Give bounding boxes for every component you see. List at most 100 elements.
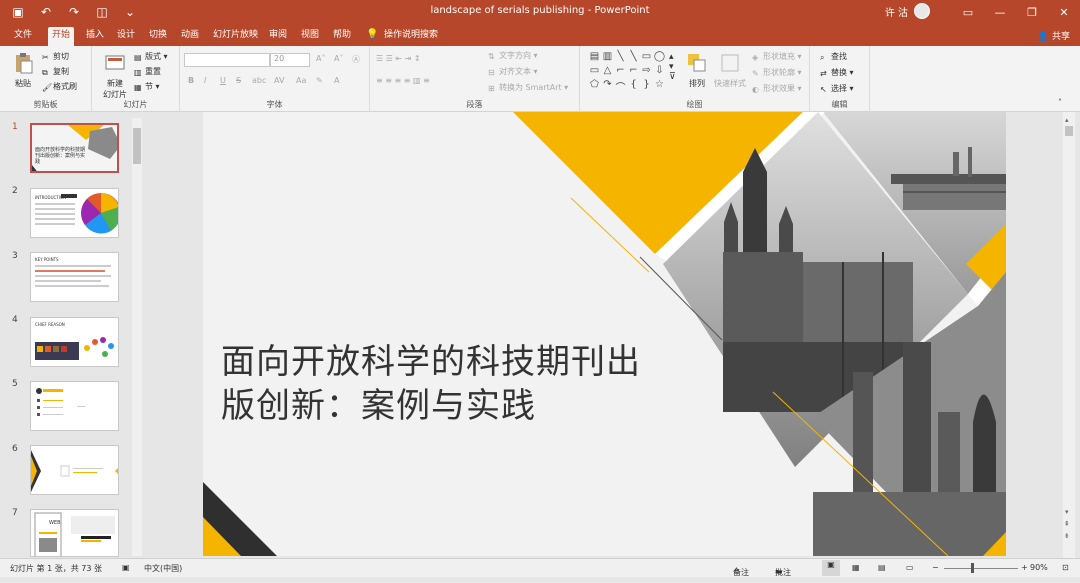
rect-shape-icon[interactable]: ▭: [640, 51, 653, 65]
slide-thumbnail-1[interactable]: 面向开放科学的科技期刊出版创新：案例与实践: [30, 123, 119, 173]
font-color-button[interactable]: A: [334, 76, 339, 85]
tab-view[interactable]: 视图: [297, 27, 323, 46]
char-spacing-button[interactable]: AV: [274, 76, 284, 85]
oval-shape-icon[interactable]: ◯: [653, 51, 666, 65]
normal-view-icon[interactable]: ▣: [822, 560, 840, 576]
copy-button[interactable]: ⧉ 复制: [42, 66, 69, 77]
slide-thumbnail-3[interactable]: KEY POINTS: [30, 252, 119, 302]
strikethrough-button[interactable]: S: [236, 76, 241, 85]
curve-shape-icon[interactable]: ↷: [601, 79, 614, 93]
smartart-button[interactable]: ⊞ 转换为 SmartArt ▾: [488, 82, 568, 93]
avatar[interactable]: [914, 3, 930, 19]
shadow-icon[interactable]: abc: [252, 76, 266, 85]
tab-animations[interactable]: 动画: [177, 27, 203, 46]
slideshow-icon[interactable]: ▭: [906, 563, 914, 572]
tab-slideshow[interactable]: 幻灯片放映: [209, 27, 262, 46]
shrink-font-icon[interactable]: A˅: [334, 54, 343, 63]
zoom-out-icon[interactable]: −: [932, 563, 939, 572]
section-button[interactable]: ▦ 节 ▾: [134, 81, 160, 92]
arc-shape-icon[interactable]: ⌒: [614, 79, 627, 94]
reset-button[interactable]: ▥ 重置: [134, 66, 161, 77]
highlight-icon[interactable]: ✎: [316, 76, 323, 85]
restore-icon[interactable]: ❐: [1016, 0, 1048, 25]
italic-button[interactable]: I: [204, 76, 206, 85]
zoom-slider[interactable]: [944, 568, 1018, 569]
tab-design[interactable]: 设计: [113, 27, 139, 46]
replace-button[interactable]: ⇄ 替换 ▾: [820, 67, 854, 78]
reading-view-icon[interactable]: ▤: [878, 563, 886, 572]
arrow-right-shape-icon[interactable]: ⇨: [640, 65, 653, 79]
paste-button[interactable]: 粘贴: [10, 52, 36, 89]
elbow-shape-icon[interactable]: ⌐: [614, 65, 627, 79]
slide-title[interactable]: 面向开放科学的科技期刊出 版创新：案例与实践: [221, 340, 741, 428]
layout-button[interactable]: ▤ 版式 ▾: [134, 51, 168, 62]
zoom-in-icon[interactable]: +: [1021, 563, 1028, 572]
scroll-up-icon[interactable]: ▴: [1065, 116, 1069, 124]
language-indicator[interactable]: 中文(中国): [144, 563, 182, 574]
grow-font-icon[interactable]: A˄: [316, 54, 325, 63]
slide-thumbnail-7[interactable]: WEB: [30, 509, 119, 557]
slide-canvas[interactable]: 面向开放科学的科技期刊出 版创新：案例与实践: [203, 112, 1006, 556]
slide-thumbnail-4[interactable]: CHIEF REASON: [30, 317, 119, 367]
thumbnails-scrollbar[interactable]: [132, 118, 142, 556]
gallery-scroll-icon[interactable]: ▴ ▾ ⊽: [669, 52, 676, 82]
brace-left-shape-icon[interactable]: {: [627, 79, 640, 93]
select-button[interactable]: ↖ 选择 ▾: [820, 83, 854, 94]
arrange-button[interactable]: 排列: [684, 52, 710, 89]
scrollbar-thumb[interactable]: [1065, 126, 1073, 136]
textbox-v-shape-icon[interactable]: ▥: [601, 51, 614, 65]
bullets-icon[interactable]: ☰ ☰ ⇤ ⇥ ↕: [376, 54, 421, 63]
tab-review[interactable]: 审阅: [265, 27, 291, 46]
slide-thumbnail-5[interactable]: [30, 381, 119, 431]
shape-fill-button[interactable]: ◈ 形状填充 ▾: [752, 51, 802, 62]
font-size-combo[interactable]: 20: [270, 53, 310, 67]
font-name-combo[interactable]: [184, 53, 270, 67]
clear-format-icon[interactable]: Ⓐ: [352, 54, 360, 65]
slide-thumbnail-6[interactable]: [30, 445, 119, 495]
editor-scrollbar[interactable]: ▴ ▾ ⇞ ⇟: [1063, 112, 1075, 558]
cut-button[interactable]: ✂ 剪切: [42, 51, 69, 62]
textbox-shape-icon[interactable]: ▤: [588, 51, 601, 65]
align-icons[interactable]: ≡ ≡ ≡ ≡ ▥ ≡: [376, 76, 430, 85]
line-shape-icon[interactable]: ╲: [614, 51, 627, 65]
ribbon-display-icon[interactable]: ▭: [952, 0, 984, 25]
text-direction-button[interactable]: ⇅ 文字方向 ▾: [488, 50, 538, 61]
fit-to-window-icon[interactable]: ⊡: [1062, 563, 1069, 572]
slide-thumbnail-2[interactable]: INTRODUCTION: [30, 188, 119, 238]
change-case-button[interactable]: Aa: [296, 76, 306, 85]
bold-button[interactable]: B: [188, 76, 194, 85]
brace-right-shape-icon[interactable]: }: [640, 79, 653, 93]
minimize-icon[interactable]: —: [984, 0, 1016, 25]
tab-file[interactable]: 文件: [10, 27, 36, 46]
pentagon-shape-icon[interactable]: ⬠: [588, 79, 601, 93]
new-slide-button[interactable]: 新建 幻灯片: [98, 52, 132, 100]
tell-me-search[interactable]: 操作说明搜索: [380, 27, 442, 46]
tab-home[interactable]: 开始: [48, 27, 75, 46]
next-slide-icon[interactable]: ⇟: [1064, 532, 1070, 540]
scrollbar-thumb[interactable]: [133, 128, 141, 164]
close-icon[interactable]: ✕: [1048, 0, 1080, 25]
star-shape-icon[interactable]: ☆: [653, 79, 666, 93]
spellcheck-icon[interactable]: ▣: [122, 563, 130, 572]
zoom-slider-knob[interactable]: [971, 563, 974, 573]
zoom-level[interactable]: 90%: [1030, 563, 1048, 572]
elbow2-shape-icon[interactable]: ⌐: [627, 65, 640, 79]
shape-outline-button[interactable]: ✎ 形状轮廓 ▾: [752, 67, 802, 78]
line2-shape-icon[interactable]: ╲: [627, 51, 640, 65]
account-area[interactable]: 许 沽: [885, 3, 930, 19]
shape-effects-button[interactable]: ◐ 形状效果 ▾: [752, 83, 802, 94]
underline-button[interactable]: U: [220, 76, 226, 85]
shapes-gallery[interactable]: ▤ ▥ ╲ ╲ ▭ ◯ ▭ △ ⌐ ⌐ ⇨ ⇩ ⬠ ↷ ⌒{} ☆: [588, 51, 668, 94]
collapse-ribbon-icon[interactable]: ˄: [1058, 98, 1062, 107]
scroll-down-icon[interactable]: ▾: [1065, 508, 1069, 516]
find-button[interactable]: ⌕ 查找: [820, 51, 847, 62]
share-button[interactable]: 👤 共享: [1038, 29, 1070, 42]
format-painter-button[interactable]: 🖌格式刷: [42, 81, 77, 92]
tab-insert[interactable]: 插入: [82, 27, 108, 46]
slide-sorter-icon[interactable]: ▦: [852, 563, 860, 572]
tab-transitions[interactable]: 切换: [145, 27, 171, 46]
prev-slide-icon[interactable]: ⇞: [1064, 520, 1070, 528]
align-text-button[interactable]: ⊟ 对齐文本 ▾: [488, 66, 538, 77]
arrow-down-shape-icon[interactable]: ⇩: [653, 65, 666, 79]
triangle-shape-icon[interactable]: △: [601, 65, 614, 79]
